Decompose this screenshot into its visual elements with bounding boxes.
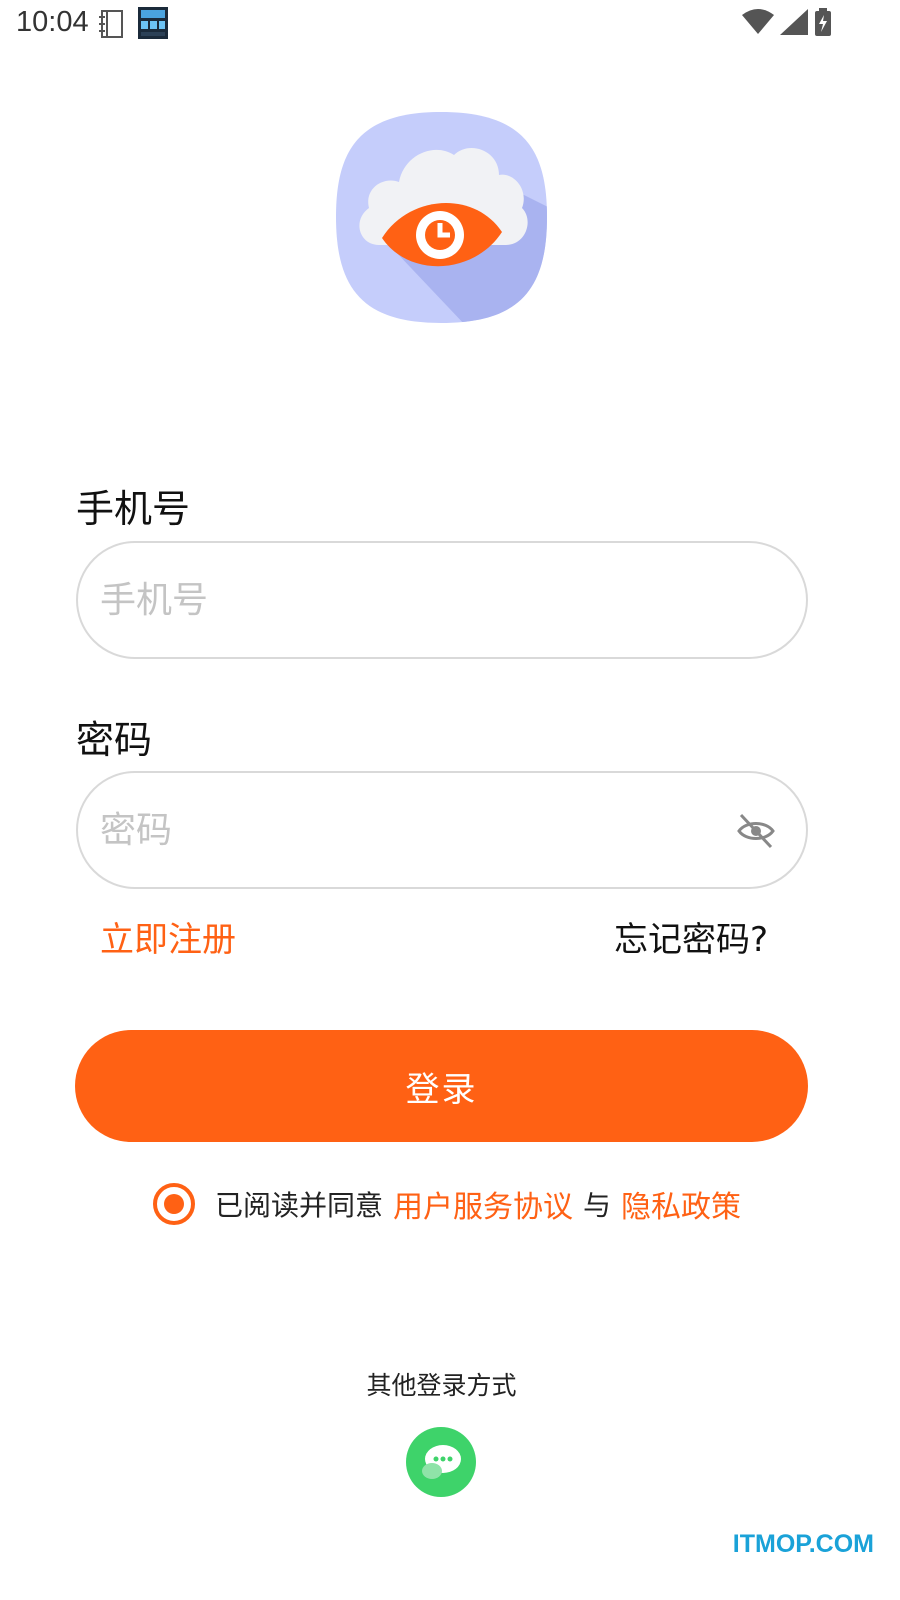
status-bar: 10:04 [0,0,900,50]
agreement-row: 已阅读并同意 用户服务协议 与 隐私政策 [153,1183,741,1225]
agreement-prefix: 已阅读并同意 [215,1189,384,1222]
clock-app-icon [138,7,168,43]
login-screen: 10:04 手机号 手机号 密码 立即注册 忘记密码? 登录 已阅读并同意 用户… [0,0,900,1600]
password-label: 密码 [76,718,153,762]
battery-charging-icon [814,8,832,40]
eye-slash-icon[interactable] [736,811,776,851]
agreement-and: 与 [583,1189,612,1222]
wechat-login-button[interactable] [406,1427,476,1497]
login-button[interactable]: 登录 [75,1030,808,1142]
phone-label: 手机号 [76,487,191,531]
forgot-password-link[interactable]: 忘记密码? [614,912,768,961]
wechat-icon [422,1445,461,1479]
register-link[interactable]: 立即注册 [100,912,236,961]
phone-input-box[interactable] [76,541,808,659]
status-right-group [742,8,832,40]
status-time: 10:04 [16,6,89,38]
notebook-icon [98,9,126,43]
phone-input[interactable] [100,543,700,657]
other-login-label: 其他登录方式 [366,1371,517,1400]
password-input-box[interactable] [76,771,808,889]
watermark: ITMOP.COM [732,1530,874,1558]
privacy-link[interactable]: 隐私政策 [621,1182,741,1226]
wifi-icon [742,9,774,39]
password-input[interactable] [100,773,700,887]
terms-link[interactable]: 用户服务协议 [393,1182,573,1226]
signal-icon [780,9,808,39]
cloud-eye-logo-icon [334,110,549,325]
agreement-radio[interactable] [153,1183,195,1225]
